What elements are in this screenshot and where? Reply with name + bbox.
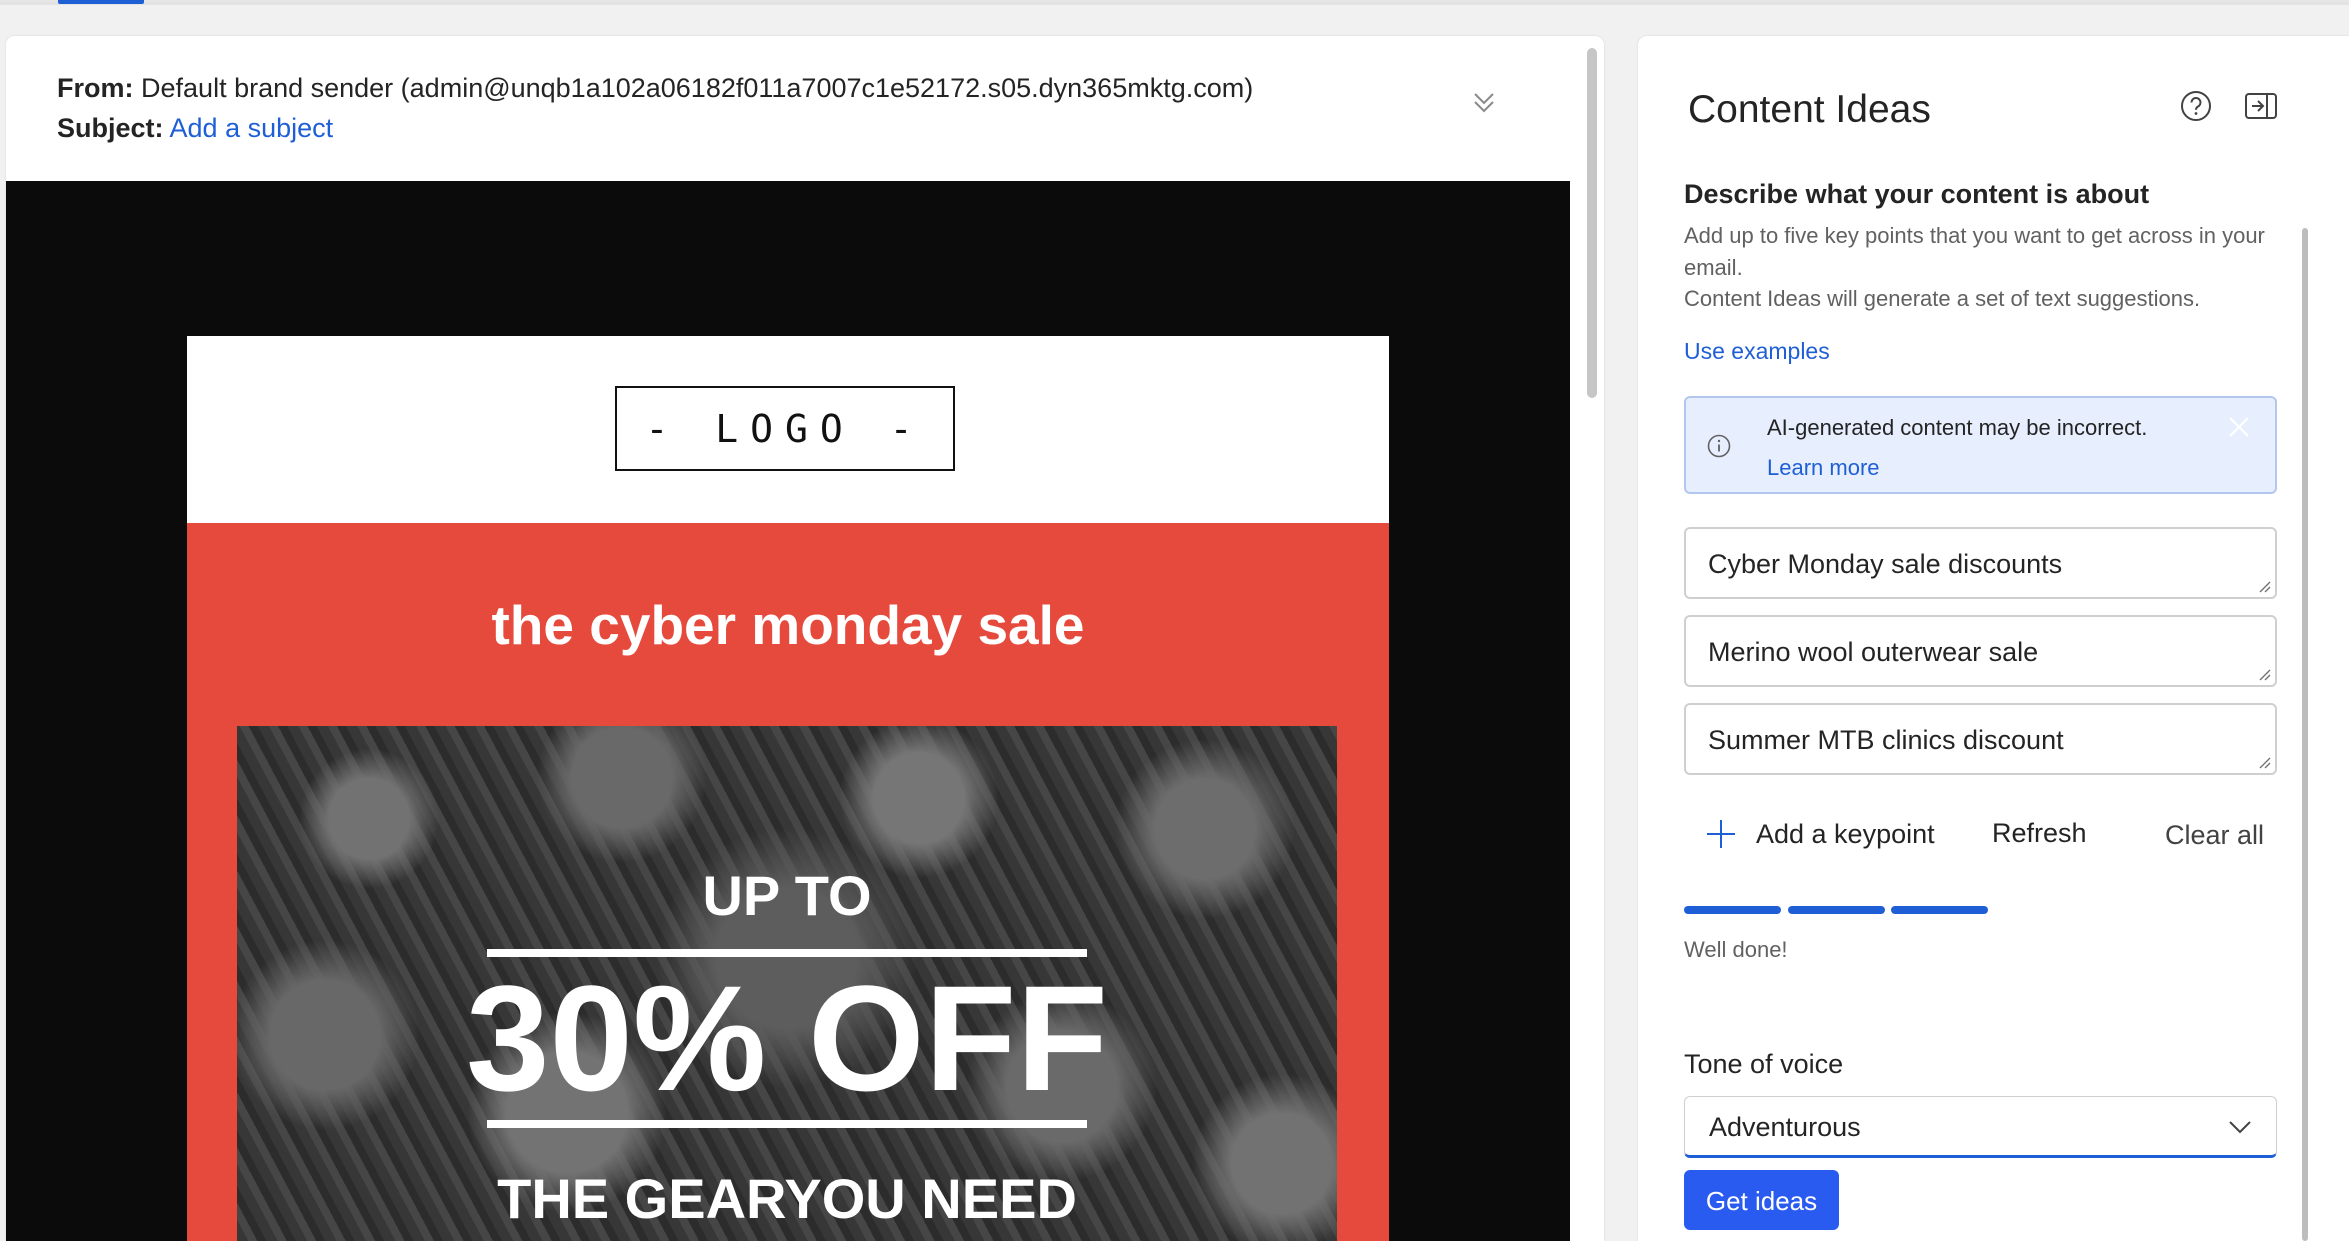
notice-text: AI-generated content may be incorrect.	[1767, 415, 2148, 440]
use-examples-link[interactable]: Use examples	[1684, 335, 1830, 367]
resize-handle-icon[interactable]	[2256, 754, 2272, 770]
info-icon	[1707, 434, 1731, 458]
top-divider	[0, 2, 2349, 5]
email-canvas: - LOGO - the cyber monday sale UP TO 30%…	[6, 181, 1570, 1241]
hero-image[interactable]: UP TO 30% OFF THE GEARYOU NEED	[237, 726, 1337, 1241]
section-description: Add up to five key points that you want …	[1684, 220, 2284, 315]
resize-handle-icon[interactable]	[2256, 666, 2272, 682]
from-value[interactable]: Default brand sender (admin@unqb1a102a06…	[141, 73, 1253, 103]
email-body[interactable]: - LOGO - the cyber monday sale UP TO 30%…	[187, 336, 1389, 1241]
subject-label: Subject:	[57, 113, 164, 143]
hero-rule-bottom	[487, 1120, 1087, 1128]
progress-step-3	[1891, 906, 1988, 914]
progress-step-2	[1788, 906, 1885, 914]
panel-scrollbar[interactable]	[2302, 228, 2308, 1241]
subject-line: Subject: Add a subject	[57, 111, 333, 145]
dismiss-icon[interactable]	[2224, 412, 2254, 442]
section-title: Describe what your content is about	[1684, 179, 2150, 209]
refresh-label: Refresh	[1992, 818, 2087, 848]
clear-all-button[interactable]: Clear all	[2165, 818, 2264, 852]
keypoint-text-2[interactable]: Merino wool outerwear sale	[1708, 635, 2038, 669]
collapse-icon[interactable]	[1469, 84, 1499, 120]
get-ideas-button[interactable]: Get ideas	[1684, 1170, 1839, 1230]
dock-panel-icon[interactable]	[2243, 88, 2279, 124]
ai-disclaimer-notice: AI-generated content may be incorrect. L…	[1684, 396, 2277, 494]
add-keypoint-label: Add a keypoint	[1756, 819, 1935, 849]
keypoint-input-3[interactable]: Summer MTB clinics discount	[1684, 703, 2277, 775]
section-description-line-1: Add up to five key points that you want …	[1684, 223, 2265, 280]
panel-title: Content Ideas	[1688, 88, 1931, 131]
keypoint-text-3[interactable]: Summer MTB clinics discount	[1708, 723, 2064, 757]
logo-placeholder[interactable]: - LOGO -	[615, 386, 955, 471]
content-ideas-panel: Content Ideas Describe what your content…	[1638, 36, 2349, 1241]
learn-more-link[interactable]: Learn more	[1767, 450, 1880, 486]
keypoint-input-2[interactable]: Merino wool outerwear sale	[1684, 615, 2277, 687]
clear-all-label: Clear all	[2165, 820, 2265, 850]
progress-message: Well done!	[1684, 937, 1788, 962]
sale-banner[interactable]: the cyber monday sale UP TO 30% OFF THE …	[187, 523, 1389, 1241]
refresh-button[interactable]: Refresh	[1992, 816, 2087, 850]
keypoint-text-1[interactable]: Cyber Monday sale discounts	[1708, 547, 2062, 581]
sale-title[interactable]: the cyber monday sale	[187, 593, 1389, 657]
tone-of-voice-dropdown[interactable]: Adventurous	[1684, 1096, 2277, 1158]
hero-discount: 30% OFF	[466, 954, 1108, 1122]
help-icon[interactable]	[2178, 88, 2214, 124]
plus-icon	[1707, 820, 1735, 848]
active-tab-indicator	[58, 0, 144, 4]
section-description-line-2: Content Ideas will generate a set of tex…	[1684, 286, 2201, 311]
progress-step-1	[1684, 906, 1781, 914]
tone-of-voice-value: Adventurous	[1709, 1112, 1861, 1142]
email-header: From: Default brand sender (admin@unqb1a…	[6, 36, 1576, 181]
from-line: From: Default brand sender (admin@unqb1a…	[57, 71, 1253, 105]
add-keypoint-button[interactable]: Add a keypoint	[1704, 814, 1935, 854]
from-label: From:	[57, 73, 134, 103]
logo-section[interactable]: - LOGO -	[187, 336, 1389, 523]
add-subject-link[interactable]: Add a subject	[170, 113, 334, 143]
hero-tagline: THE GEARYOU NEED	[497, 1167, 1077, 1230]
editor-scrollbar[interactable]	[1587, 48, 1597, 398]
chevron-down-icon	[2229, 1121, 2251, 1134]
email-editor: From: Default brand sender (admin@unqb1a…	[6, 36, 1604, 1241]
tone-of-voice-label: Tone of voice	[1684, 1049, 1844, 1079]
hero-up-to: UP TO	[702, 864, 872, 927]
resize-handle-icon[interactable]	[2256, 578, 2272, 594]
keypoint-input-1[interactable]: Cyber Monday sale discounts	[1684, 527, 2277, 599]
